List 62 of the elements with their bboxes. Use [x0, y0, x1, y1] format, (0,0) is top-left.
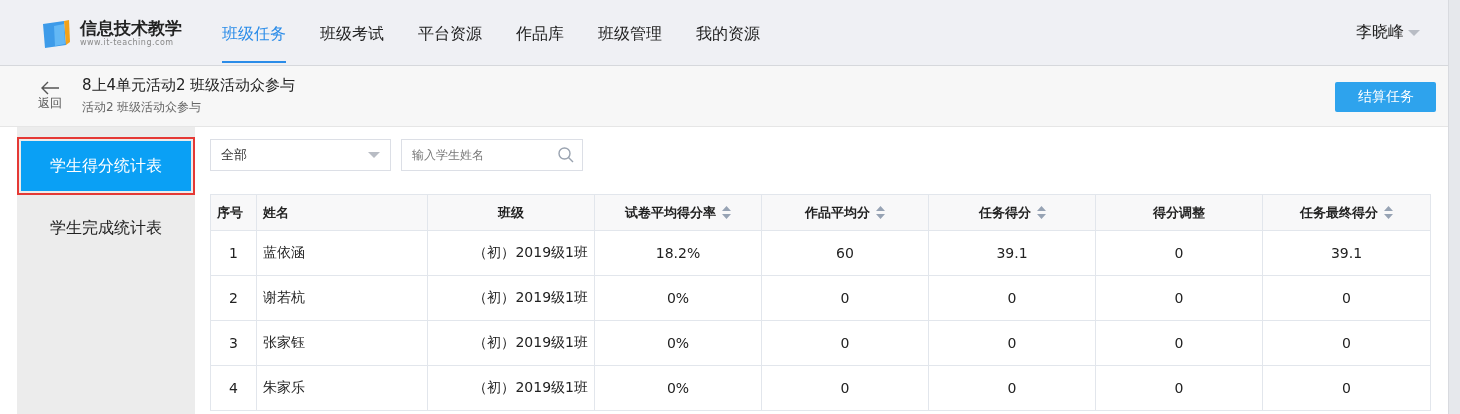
nav-tab[interactable]: 平台资源: [418, 6, 482, 63]
column-header[interactable]: 任务得分: [928, 194, 1096, 231]
table-cell: 18.2%: [594, 230, 762, 276]
table-cell: （初）2019级1班: [427, 365, 595, 411]
nav-tab[interactable]: 作品库: [516, 6, 564, 63]
logo-title: 信息技术教学: [80, 18, 182, 38]
table-cell: 谢若杭: [256, 275, 428, 321]
table-cell: 张家钰: [256, 320, 428, 366]
task-title: 8上4单元活动2 班级活动众参与: [82, 76, 296, 95]
table-cell: 2: [210, 275, 257, 321]
table-cell: 0: [761, 320, 929, 366]
table-cell: 0: [761, 275, 929, 321]
column-header: 姓名: [256, 194, 428, 231]
table-cell: 4: [210, 365, 257, 411]
column-header: 序号: [210, 194, 257, 231]
table-cell: 0: [1095, 275, 1263, 321]
column-header[interactable]: 任务最终得分: [1262, 194, 1431, 231]
column-header: 得分调整: [1095, 194, 1263, 231]
sort-icon[interactable]: [722, 206, 731, 219]
caret-icon: [1408, 29, 1420, 36]
table-cell: 蓝依涵: [256, 230, 428, 276]
search-field[interactable]: 输入学生姓名: [401, 139, 583, 171]
table-cell: 0: [1262, 275, 1431, 321]
column-header[interactable]: 作品平均分: [761, 194, 929, 231]
table-cell: 0: [928, 275, 1096, 321]
table-cell: 朱家乐: [256, 365, 428, 411]
table-cell: 0%: [594, 320, 762, 366]
table-cell: 0%: [594, 275, 762, 321]
table-cell: 60: [761, 230, 929, 276]
sidebar-item[interactable]: 学生完成统计表: [17, 199, 195, 257]
table-cell: 1: [210, 230, 257, 276]
table-cell: 0%: [594, 365, 762, 411]
nav-tab[interactable]: 我的资源: [696, 6, 760, 63]
task-subtitle: 活动2 班级活动众参与: [82, 99, 203, 116]
table-cell: 3: [210, 320, 257, 366]
table-cell: 0: [1095, 320, 1263, 366]
search-icon: [558, 147, 574, 163]
table-cell: （初）2019级1班: [427, 275, 595, 321]
table-cell: （初）2019级1班: [427, 230, 595, 276]
table-cell: 39.1: [1262, 230, 1431, 276]
nav-tab[interactable]: 班级管理: [598, 6, 662, 63]
table-cell: 0: [1262, 320, 1431, 366]
back-arrow-icon: [40, 80, 60, 95]
table-cell: 0: [928, 320, 1096, 366]
table-cell: 0: [1095, 230, 1263, 276]
table-cell: （初）2019级1班: [427, 320, 595, 366]
column-header: 班级: [427, 194, 595, 231]
nav-tab[interactable]: 班级考试: [320, 6, 384, 63]
caret-icon: [368, 152, 380, 158]
table-cell: 0: [1095, 365, 1263, 411]
table-cell: 39.1: [928, 230, 1096, 276]
sort-icon[interactable]: [1384, 206, 1393, 219]
table-cell: 0: [761, 365, 929, 411]
logo-url: www.it-teaching.com: [80, 38, 175, 47]
table-cell: 0: [928, 365, 1096, 411]
column-header[interactable]: 试卷平均得分率: [594, 194, 762, 231]
table-cell: 0: [1262, 365, 1431, 411]
class-select[interactable]: 全部: [210, 139, 391, 171]
back-button[interactable]: 返回: [38, 80, 62, 112]
sort-icon[interactable]: [876, 206, 885, 219]
sort-icon[interactable]: [1036, 206, 1046, 219]
user-menu[interactable]: 李晓峰: [1356, 22, 1420, 43]
